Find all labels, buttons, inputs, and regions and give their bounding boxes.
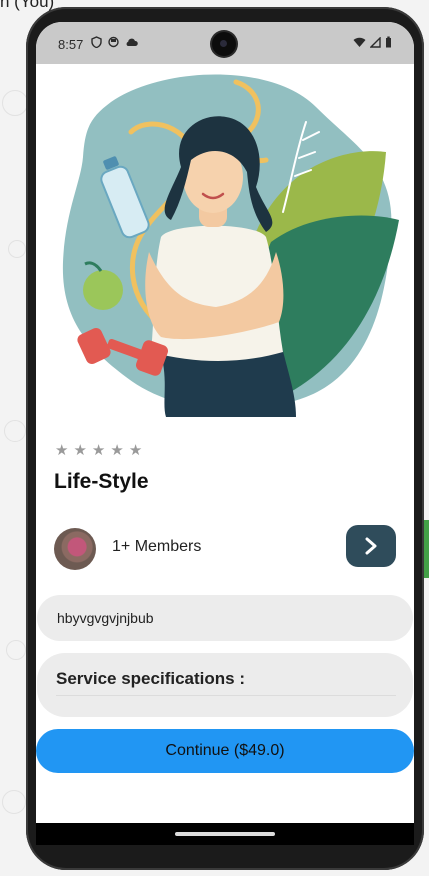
continue-button-label: Continue ($49.0) bbox=[165, 742, 285, 759]
star-icon[interactable]: ★ bbox=[92, 443, 105, 458]
status-left-icons bbox=[91, 36, 138, 48]
description-text: hbyvgvgvjnjbub bbox=[57, 610, 154, 626]
members-row: 1+ Members bbox=[54, 525, 396, 573]
description-field[interactable]: hbyvgvgvjnjbub bbox=[37, 595, 413, 641]
background-partial-title: n (You) bbox=[0, 0, 55, 11]
star-icon[interactable]: ★ bbox=[55, 443, 68, 458]
status-bar: 8:57 bbox=[36, 22, 414, 64]
system-nav-bar bbox=[36, 823, 414, 845]
status-time: 8:57 bbox=[58, 37, 84, 52]
front-camera bbox=[212, 32, 236, 56]
rating-stars[interactable]: ★ ★ ★ ★ ★ bbox=[55, 443, 142, 458]
signal-icon bbox=[370, 36, 381, 48]
home-gesture-pill[interactable] bbox=[175, 832, 275, 836]
specifications-divider bbox=[56, 695, 396, 696]
app-screen: 8:57 ★ ★ ★ ★ ★ Life-Style 1+ Members hby… bbox=[36, 22, 414, 845]
status-right-icons bbox=[353, 36, 392, 48]
page-title: Life-Style bbox=[54, 470, 149, 493]
shield-icon bbox=[91, 36, 102, 48]
members-label: 1+ Members bbox=[112, 538, 202, 555]
face-icon bbox=[108, 36, 119, 48]
hero-illustration bbox=[62, 74, 399, 417]
battery-icon bbox=[386, 36, 391, 48]
service-specifications-field[interactable]: Service specifications : bbox=[37, 653, 413, 717]
members-next-button[interactable] bbox=[346, 525, 396, 567]
member-avatar[interactable] bbox=[54, 528, 96, 570]
star-icon[interactable]: ★ bbox=[129, 443, 142, 458]
continue-button[interactable]: Continue ($49.0) bbox=[36, 729, 414, 773]
cloud-icon bbox=[126, 38, 138, 46]
background-green-edge bbox=[424, 520, 429, 578]
wifi-icon bbox=[353, 37, 366, 47]
star-icon[interactable]: ★ bbox=[110, 443, 123, 458]
star-icon[interactable]: ★ bbox=[73, 443, 86, 458]
chevron-right-icon bbox=[365, 537, 377, 555]
service-specifications-label: Service specifications : bbox=[56, 669, 245, 688]
